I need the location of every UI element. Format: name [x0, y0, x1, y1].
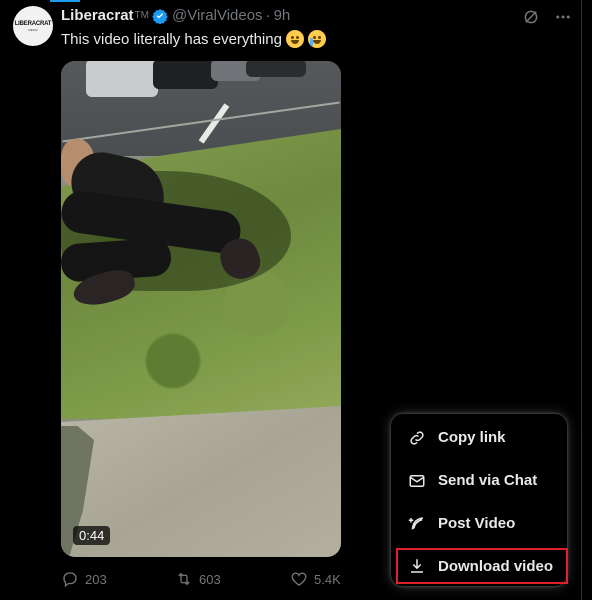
menu-item-copy-link[interactable]: Copy link: [391, 416, 567, 459]
post-time[interactable]: 9h: [274, 7, 291, 24]
repost-button[interactable]: 603: [175, 570, 221, 588]
rofl-emoji-icon: [285, 30, 304, 48]
heart-icon: [291, 572, 307, 586]
menu-item-label: Post Video: [438, 515, 516, 532]
menu-item-send-via-chat[interactable]: Send via Chat: [391, 459, 567, 502]
reply-button[interactable]: 203: [61, 570, 107, 588]
link-icon: [408, 429, 426, 447]
verified-badge-icon: [152, 8, 168, 24]
tab-indicator: [50, 0, 80, 2]
reply-count: 203: [85, 571, 107, 587]
menu-item-label: Send via Chat: [438, 472, 538, 489]
author-suffix: TM: [134, 10, 149, 21]
more-options-icon[interactable]: [554, 8, 572, 31]
avatar-logo-text: LIBERACRAT: [14, 20, 52, 27]
post-text: This video literally has everything: [61, 30, 282, 48]
menu-item-label: Copy link: [438, 429, 506, 446]
avatar-logo-subtext: MEDIA: [28, 27, 38, 32]
post-text-row: This video literally has everything: [61, 30, 326, 48]
menu-item-post-video[interactable]: Post Video: [391, 502, 567, 545]
post-actions: 203 603 5.4K: [61, 570, 351, 588]
grok-icon[interactable]: [522, 8, 540, 31]
repost-icon: [178, 572, 190, 586]
avatar[interactable]: LIBERACRAT MEDIA: [13, 6, 53, 46]
share-menu: Copy link Send via Chat Post Video Downl…: [391, 414, 568, 586]
author-name[interactable]: Liberacrat: [61, 7, 134, 24]
menu-item-label: Download video: [438, 557, 554, 575]
repost-count: 603: [199, 571, 221, 587]
author-handle[interactable]: @ViralVideos: [172, 7, 263, 24]
feather-icon: [408, 515, 426, 533]
download-icon: [408, 557, 426, 575]
column-divider: [581, 0, 582, 600]
post-header: Liberacrat TM @ViralVideos · 9h: [61, 7, 290, 24]
video-duration: 0:44: [73, 526, 111, 545]
header-actions: [522, 8, 572, 31]
separator-dot: ·: [265, 7, 271, 24]
video-player[interactable]: 0:44: [61, 61, 341, 557]
crying-emoji-icon: [307, 30, 326, 48]
like-count: 5.4K: [314, 571, 341, 587]
envelope-icon: [408, 472, 426, 490]
menu-item-download-video[interactable]: Download video: [396, 548, 568, 584]
reply-icon: [63, 572, 77, 588]
like-button[interactable]: 5.4K: [290, 570, 341, 588]
